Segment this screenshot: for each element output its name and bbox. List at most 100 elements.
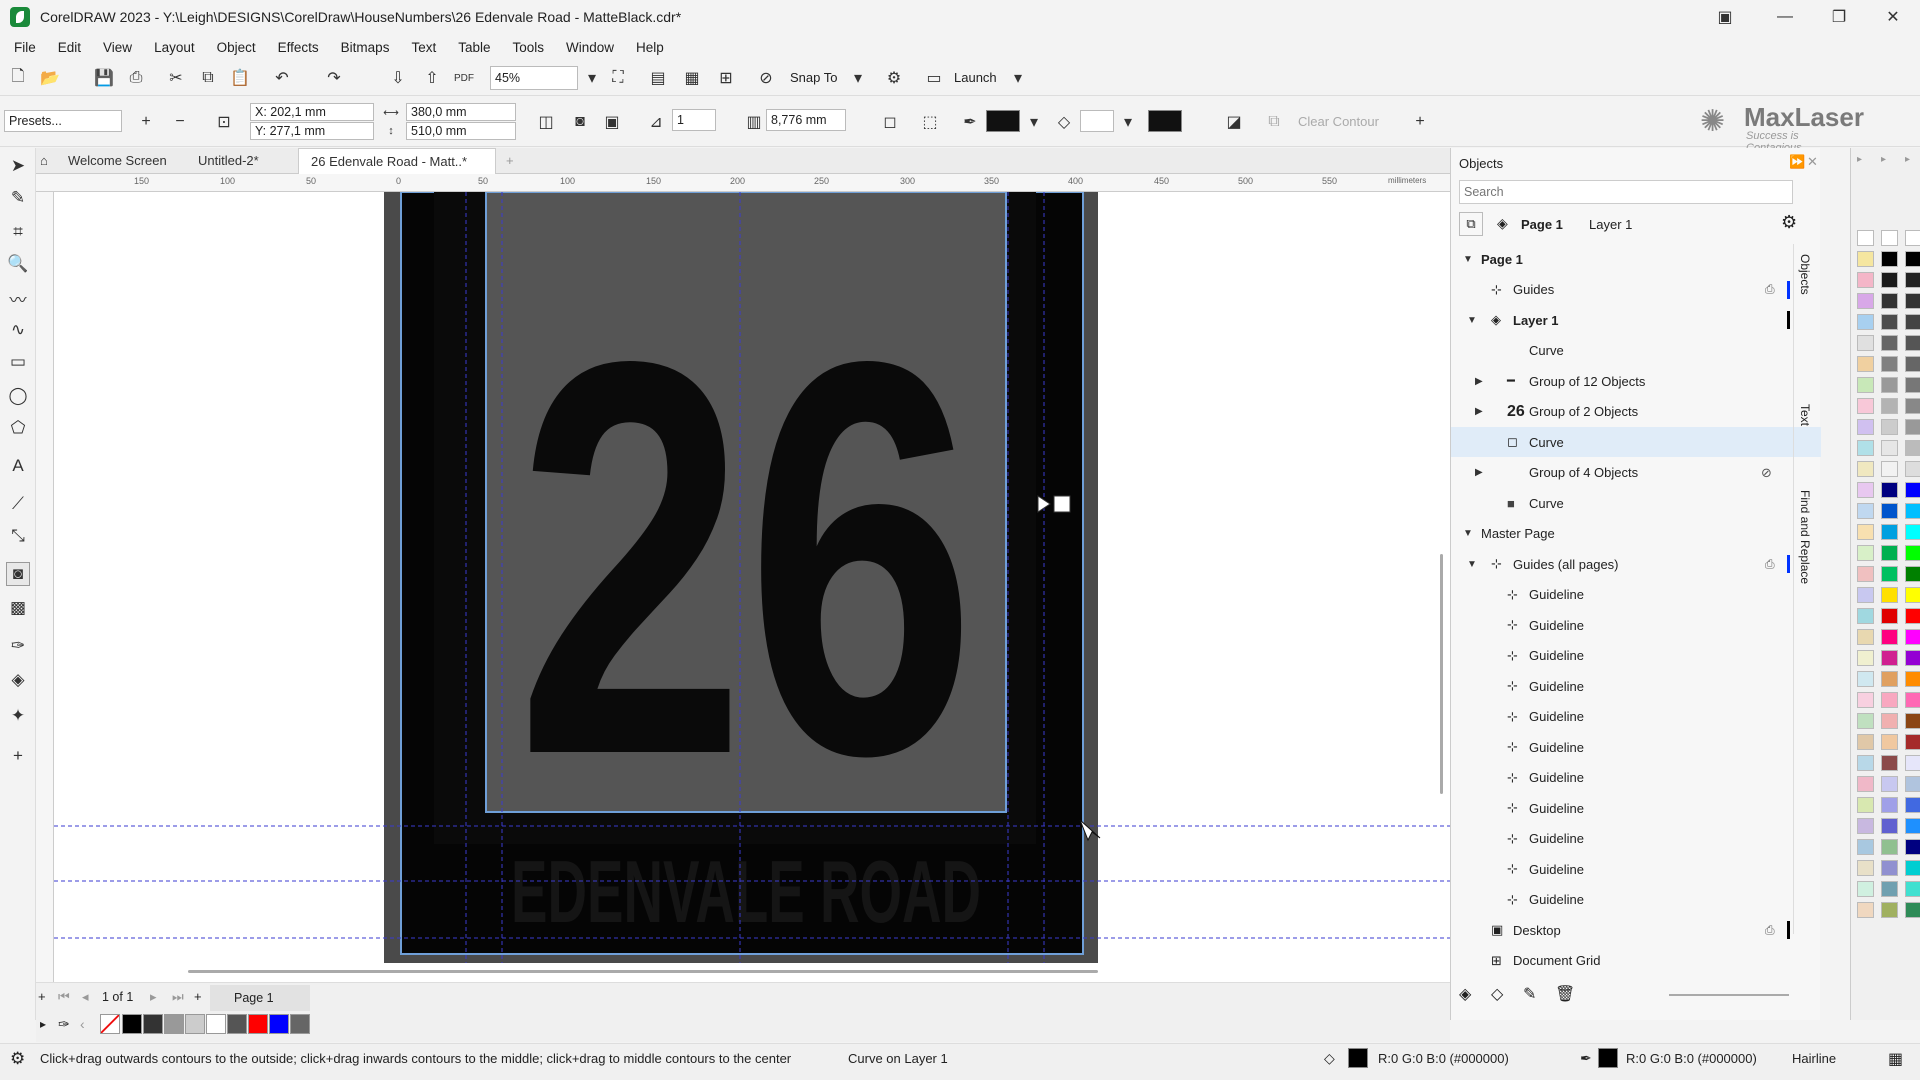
connector-tool-icon[interactable]: ⤡ [6, 524, 30, 548]
menu-object[interactable]: Object [217, 40, 256, 55]
launch-chevron-icon[interactable]: ▾ [1006, 66, 1030, 90]
cut-icon[interactable]: ✂ [164, 66, 188, 90]
hidden-eye-icon[interactable]: ⊘ [1761, 465, 1772, 481]
palette-color-swatch[interactable] [1857, 608, 1874, 624]
crop-tool-icon[interactable]: ⌗ [6, 220, 30, 244]
zoom-slider[interactable] [1669, 994, 1789, 996]
palette-color-swatch[interactable] [1881, 881, 1898, 897]
tree-item[interactable]: ⊹ Guides ⎙ [1451, 275, 1821, 305]
palette-color-swatch[interactable] [1857, 566, 1874, 582]
print-lock-icon[interactable]: ⎙ [1765, 923, 1775, 938]
docker-close-icon[interactable]: ✕ [1807, 154, 1818, 170]
palette-color-swatch[interactable] [1857, 671, 1874, 687]
palette-color-swatch[interactable] [1905, 293, 1920, 309]
palette-color-swatch[interactable] [1857, 398, 1874, 414]
delete-icon[interactable]: 🗑 [1555, 984, 1575, 1004]
last-fill-swatch[interactable] [1148, 110, 1182, 132]
palette-color-swatch[interactable] [1857, 797, 1874, 813]
palette-color-swatch[interactable] [1905, 524, 1920, 540]
palette-color-swatch[interactable] [1857, 356, 1874, 372]
tree-item[interactable]: ⊹ Guideline [1451, 793, 1821, 823]
eyedropper-icon[interactable]: ✑ [58, 1016, 70, 1033]
palette-color-swatch[interactable] [1857, 692, 1874, 708]
palette-color-swatch[interactable] [1905, 398, 1920, 414]
palette-scroll-icon[interactable]: ▸ [1881, 154, 1886, 165]
menu-effects[interactable]: Effects [278, 40, 319, 55]
palette-color-swatch[interactable] [1905, 314, 1920, 330]
expand-arrow-icon[interactable]: ▶ [1475, 467, 1483, 478]
menu-file[interactable]: File [14, 40, 36, 55]
expand-arrow-icon[interactable]: ▶ [1475, 406, 1483, 417]
color-direction-icon[interactable]: ⬚ [918, 110, 942, 134]
palette-color-swatch[interactable] [1905, 482, 1920, 498]
polygon-tool-icon[interactable]: ⬠ [6, 416, 30, 440]
palette-color-swatch[interactable] [1905, 440, 1920, 456]
house-number-text[interactable]: 26 [516, 245, 976, 871]
transparency-tool-icon[interactable]: ▩ [6, 596, 30, 620]
print-icon[interactable]: ⎙ [124, 66, 148, 90]
menu-help[interactable]: Help [636, 40, 664, 55]
palette-color-swatch[interactable] [1881, 440, 1898, 456]
freehand-tool-icon[interactable]: 〰 [6, 286, 30, 310]
palette-color-swatch[interactable] [1905, 671, 1920, 687]
palette-color-swatch[interactable] [1905, 650, 1920, 666]
street-name-text[interactable]: EDENVALE ROAD [511, 842, 981, 941]
palette-color-swatch[interactable] [1905, 818, 1920, 834]
palette-color-swatch[interactable] [1905, 776, 1920, 792]
tree-item[interactable]: ⊹ Guideline [1451, 580, 1821, 610]
palette-color-swatch[interactable] [1905, 251, 1920, 267]
tree-item[interactable]: ▣ Desktop ⎙ [1451, 915, 1821, 945]
collapse-arrow-icon[interactable]: ▼ [1467, 559, 1477, 570]
to-center-icon[interactable]: ◫ [534, 110, 558, 134]
eyedropper-tool-icon[interactable]: ✑ [6, 634, 30, 658]
contour-offset-field[interactable]: 8,776 mm [766, 109, 846, 131]
document-color-swatch[interactable] [164, 1014, 184, 1034]
pdf-icon[interactable]: PDF [452, 66, 476, 90]
palette-color-swatch[interactable] [1881, 461, 1898, 477]
palette-color-swatch[interactable] [1905, 713, 1920, 729]
palette-color-swatch[interactable] [1857, 818, 1874, 834]
collapse-arrow-icon[interactable]: ▼ [1463, 528, 1473, 539]
color-proofing-icon[interactable]: ▦ [1888, 1049, 1903, 1069]
palette-scroll-icon[interactable]: ▸ [1857, 154, 1862, 165]
zoom-tool-icon[interactable]: 🔍 [6, 252, 30, 276]
docker-options-gear-icon[interactable]: ⚙ [1781, 212, 1797, 233]
tree-item[interactable]: ⊹ Guideline [1451, 702, 1821, 732]
palette-color-swatch[interactable] [1905, 461, 1920, 477]
height-field[interactable]: 510,0 mm [406, 122, 516, 140]
side-tab-text[interactable]: Text [1798, 404, 1812, 426]
zoom-level-select[interactable]: 45% [490, 66, 578, 90]
print-lock-icon[interactable]: ⎙ [1765, 557, 1775, 572]
menu-edit[interactable]: Edit [58, 40, 81, 55]
snap-chevron-icon[interactable]: ▾ [846, 66, 870, 90]
restore-button[interactable]: ❐ [1816, 0, 1862, 34]
chevron-down-icon[interactable]: ▾ [580, 66, 604, 90]
expand-arrow-icon[interactable]: ▶ [1475, 376, 1483, 387]
palette-color-swatch[interactable] [1857, 545, 1874, 561]
palette-color-swatch[interactable] [1881, 776, 1898, 792]
redo-icon[interactable]: ↷ [322, 66, 346, 90]
palette-color-swatch[interactable] [1905, 755, 1920, 771]
document-color-swatch[interactable] [185, 1014, 205, 1034]
palette-color-swatch[interactable] [1881, 356, 1898, 372]
palette-color-swatch[interactable] [1857, 251, 1874, 267]
palette-color-swatch[interactable] [1905, 881, 1920, 897]
copy-icon[interactable]: ⧉ [196, 66, 220, 90]
palette-color-swatch[interactable] [1881, 860, 1898, 876]
text-tool-icon[interactable]: A [6, 454, 30, 478]
new-layer-icon[interactable]: ◈ [1459, 984, 1471, 1004]
first-page-icon[interactable]: ⏮ [58, 989, 70, 1005]
rulers-icon[interactable]: ▤ [646, 66, 670, 90]
vertical-scrollbar[interactable] [1440, 554, 1443, 794]
tree-item[interactable]: ⊹ Guideline [1451, 641, 1821, 671]
palette-color-swatch[interactable] [1905, 335, 1920, 351]
palette-color-swatch[interactable] [1881, 503, 1898, 519]
tree-item[interactable]: ■ Curve [1451, 488, 1821, 518]
page-tab[interactable]: Page 1 [210, 985, 310, 1011]
palette-color-swatch[interactable] [1881, 608, 1898, 624]
contour-tool-icon[interactable]: ◙ [6, 562, 30, 586]
palette-color-swatch[interactable] [1905, 587, 1920, 603]
close-button[interactable]: ✕ [1870, 0, 1916, 34]
palette-color-swatch[interactable] [1857, 377, 1874, 393]
tree-item[interactable]: ◻ Curve [1451, 427, 1821, 457]
